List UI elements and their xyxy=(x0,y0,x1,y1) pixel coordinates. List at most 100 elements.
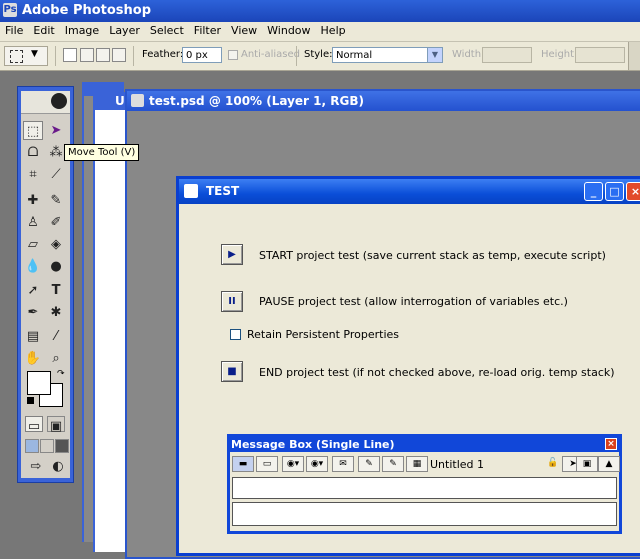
screen-mode-full-icon[interactable] xyxy=(55,439,69,453)
message-box-window[interactable]: Message Box (Single Line) × ▬ ▭ ◉▾ ◉▾ ✉ … xyxy=(227,434,622,534)
width-label: Width: xyxy=(452,49,485,60)
close-button[interactable]: × xyxy=(626,182,640,201)
end-test-label: END project test (if not checked above, … xyxy=(259,366,615,379)
single-line-mode-icon[interactable]: ▬ xyxy=(232,456,254,472)
photoshop-title-bar: Ps Adobe Photoshop xyxy=(0,0,640,22)
crop-tool-icon[interactable]: ⌗ xyxy=(23,165,43,184)
quick-mask-mode-icon[interactable]: ▣ xyxy=(47,416,65,434)
menu-help[interactable]: Help xyxy=(316,22,351,39)
marquee-tool-icon[interactable]: ⬚ xyxy=(23,121,43,140)
custom-shape-tool-icon[interactable]: ✱ xyxy=(46,303,66,322)
pen-tool-icon[interactable]: ✒ xyxy=(23,303,43,322)
palette-well[interactable] xyxy=(628,42,640,70)
zoom-tool-icon[interactable]: ⌕ xyxy=(46,349,66,368)
foreground-color-swatch[interactable] xyxy=(27,371,51,395)
menu-image[interactable]: Image xyxy=(60,22,104,39)
brush-tool-icon[interactable]: ✎ xyxy=(46,191,66,210)
global-variables-icon[interactable]: ◉▾ xyxy=(306,456,328,472)
slice-tool-icon[interactable]: ⟋ xyxy=(46,165,66,184)
app-title: Adobe Photoshop xyxy=(22,3,152,18)
width-input[interactable] xyxy=(482,47,532,63)
height-input[interactable] xyxy=(575,47,625,63)
document-icon xyxy=(131,94,144,107)
swap-colors-icon[interactable]: ↷ xyxy=(57,369,65,379)
height-label: Height: xyxy=(541,49,578,60)
toolbox-body: ⬚ ➤ ᗝ ⁂ ⌗ ⟋ ✚ ✎ ♙ ✐ ▱ ◈ 💧 ● ➚ T ✒ ✱ ▤ ⁄ … xyxy=(21,91,70,478)
type-tool-icon[interactable]: T xyxy=(46,281,66,300)
document-title-bar[interactable]: test.psd @ 100% (Layer 1, RGB) xyxy=(127,91,640,111)
photoshop-logo-icon: Ps xyxy=(3,3,17,17)
healing-brush-tool-icon[interactable]: ✚ xyxy=(23,191,43,210)
subtract-from-selection-button[interactable] xyxy=(96,48,110,62)
menu-file[interactable]: File xyxy=(0,22,28,39)
pause-test-button[interactable]: II xyxy=(221,291,243,312)
multi-line-mode-icon[interactable]: ▭ xyxy=(256,456,278,472)
color-swatches[interactable]: ↷ xyxy=(27,369,67,407)
anti-aliased-checkbox[interactable] xyxy=(228,50,238,60)
eyedropper-tool-icon[interactable]: ⁄ xyxy=(46,327,66,346)
history-brush-tool-icon[interactable]: ✐ xyxy=(46,213,66,232)
message-input[interactable] xyxy=(232,477,617,499)
test-window-title-bar[interactable]: TEST _ □ × xyxy=(179,179,640,204)
end-test-button[interactable]: ■ xyxy=(221,361,243,382)
intersect-selection-button[interactable] xyxy=(112,48,126,62)
menu-layer[interactable]: Layer xyxy=(104,22,145,39)
eraser-tool-icon[interactable]: ▱ xyxy=(23,235,43,254)
photoshop-eye-icon xyxy=(51,93,67,109)
pending-messages-icon[interactable]: ✉ xyxy=(332,456,354,472)
test-window-title: TEST xyxy=(206,184,240,198)
message-box-close-icon[interactable]: × xyxy=(605,438,617,450)
screen-mode-full-menu-icon[interactable] xyxy=(40,439,54,453)
path-selection-tool-icon[interactable]: ➚ xyxy=(23,281,43,300)
select-icon[interactable]: ▣ xyxy=(576,456,598,472)
tool-preset-picker[interactable]: ▼ xyxy=(4,46,48,66)
clone-stamp-tool-icon[interactable]: ♙ xyxy=(23,213,43,232)
message-box-title-bar[interactable]: Message Box (Single Line) × xyxy=(230,437,619,452)
menu-window[interactable]: Window xyxy=(262,22,315,39)
feather-label: Feather: xyxy=(142,49,184,60)
feather-input[interactable]: 0 px xyxy=(182,47,222,63)
standard-mode-icon[interactable]: ▭ xyxy=(25,416,43,434)
stacks-in-use-icon[interactable]: ▦ xyxy=(406,456,428,472)
toolbox-header[interactable] xyxy=(21,91,70,114)
lock-icon[interactable]: 🔓 xyxy=(542,456,564,472)
start-test-button[interactable]: ▶ xyxy=(221,244,243,265)
separator xyxy=(133,46,134,66)
menu-filter[interactable]: Filter xyxy=(189,22,226,39)
add-to-selection-button[interactable] xyxy=(80,48,94,62)
paint-bucket-tool-icon[interactable]: ◈ xyxy=(46,235,66,254)
style-select[interactable]: Normal ▼ xyxy=(332,47,443,63)
blur-tool-icon[interactable]: 💧 xyxy=(23,257,43,276)
dropdown-arrow-icon: ▼ xyxy=(31,49,38,59)
magic-wand-tool-icon[interactable]: ⁂ xyxy=(46,143,66,162)
hand-tool-icon[interactable]: ✋ xyxy=(23,349,43,368)
screen-mode-standard-icon[interactable] xyxy=(25,439,39,453)
notes-tool-icon[interactable]: ▤ xyxy=(23,327,43,346)
move-tool-icon[interactable]: ➤ xyxy=(46,121,66,140)
lasso-tool-icon[interactable]: ᗝ xyxy=(23,143,43,162)
new-selection-button[interactable] xyxy=(63,48,77,62)
global-properties-icon[interactable]: ◉▾ xyxy=(282,456,304,472)
message-box-title: Message Box (Single Line) xyxy=(231,438,395,451)
dodge-tool-icon[interactable]: ● xyxy=(46,257,66,276)
default-colors-icon[interactable] xyxy=(27,397,34,404)
minimize-button[interactable]: _ xyxy=(584,182,603,201)
background-document-window-2[interactable]: U xyxy=(93,92,129,552)
options-bar: ▼ Feather: 0 px Anti-aliased Style: Norm… xyxy=(0,42,640,71)
menu-select[interactable]: Select xyxy=(145,22,189,39)
back-scripts-icon[interactable]: ✎ xyxy=(382,456,404,472)
tooltip: Move Tool (V) xyxy=(64,144,140,161)
style-select-value: Normal xyxy=(336,50,373,61)
stack-icon xyxy=(184,184,198,198)
separator xyxy=(55,46,56,66)
menu-bar: File Edit Image Layer Select Filter View Window… xyxy=(0,22,640,42)
menu-edit[interactable]: Edit xyxy=(28,22,59,39)
imageready-icon[interactable]: ◐ xyxy=(48,457,68,475)
retain-persistent-properties-checkbox[interactable] xyxy=(230,329,241,340)
collapse-arrow-icon[interactable]: ▲ xyxy=(598,456,620,472)
menu-view[interactable]: View xyxy=(226,22,262,39)
front-scripts-icon[interactable]: ✎ xyxy=(358,456,380,472)
maximize-button[interactable]: □ xyxy=(605,182,624,201)
jump-to-imageready-icon[interactable]: ⇨ xyxy=(25,457,47,475)
separator xyxy=(296,46,297,66)
